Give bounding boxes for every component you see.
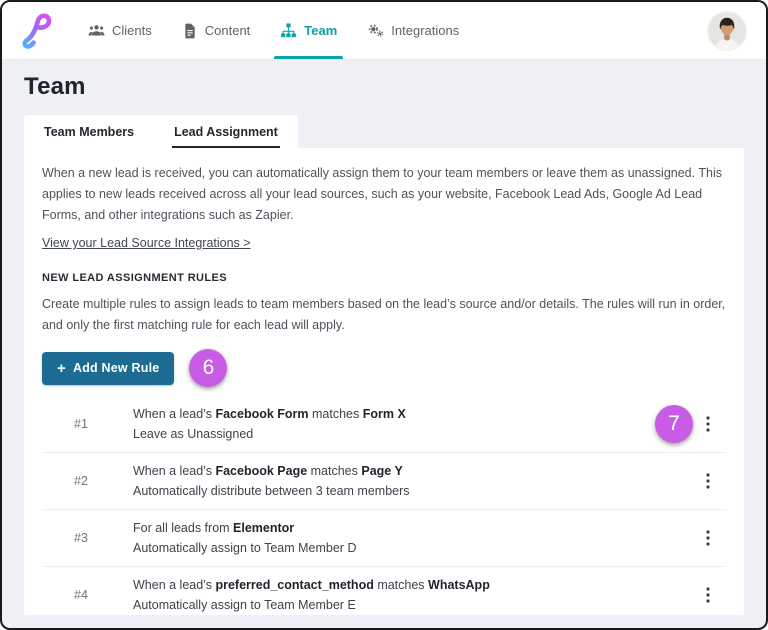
annotation-badge-6: 6 [189,349,228,387]
rule-text: When a lead’s preferred_contact_method m… [133,575,490,615]
kebab-menu-icon[interactable] [696,410,720,438]
nav-content-label: Content [204,23,251,38]
annotation-badge-7: 7 [655,405,693,443]
add-new-rule-label: Add New Rule [72,361,160,375]
rule-row-4: #4 When a lead’s preferred_contact_metho… [42,567,726,615]
people-icon [88,22,105,39]
nav-item-team[interactable]: Team [274,2,344,59]
privyr-logo-icon[interactable] [22,10,56,52]
rule-number: #3 [74,531,88,545]
lead-source-integrations-link[interactable]: View your Lead Source Integrations > [42,236,251,250]
kebab-menu-icon[interactable] [696,467,720,495]
rules-list: #1 When a lead’s Facebook Form matches F… [42,396,726,615]
lead-assignment-panel: When a new lead is received, you can aut… [24,148,744,615]
rule-action: Leave as Unassigned [133,427,254,441]
rule-action: Automatically assign to Team Member E [133,598,356,612]
app-window: Clients Content Team Integrations Team T… [0,0,768,630]
rule-text: When a lead’s Facebook Page matches Page… [133,461,410,501]
rule-action: Automatically distribute between 3 team … [133,484,410,498]
rule-action: Automatically assign to Team Member D [133,541,357,555]
rule-text: When a lead’s Facebook Form matches Form… [133,404,406,444]
page-title: Team [24,73,86,100]
kebab-menu-icon[interactable] [696,581,720,609]
nav-item-integrations[interactable]: Integrations [365,2,461,59]
tab-lead-assignment-label: Lead Assignment [172,125,280,148]
rule-condition: When a lead’s preferred_contact_method m… [133,578,490,592]
rule-text: For all leads from Elementor Automatical… [133,518,356,558]
rule-condition: For all leads from Elementor [133,521,295,535]
document-icon [182,23,198,39]
nav-item-content[interactable]: Content [180,2,253,59]
nav-clients-label: Clients [112,23,152,38]
rules-section-description: Create multiple rules to assign leads to… [42,297,726,332]
rule-number: #4 [74,588,88,602]
add-new-rule-button[interactable]: + Add New Rule [42,351,175,385]
tab-team-members[interactable]: Team Members [24,115,154,148]
rule-condition: When a lead’s Facebook Form matches Form… [133,407,406,421]
intro-paragraph: When a new lead is received, you can aut… [42,166,722,222]
rule-row-1: #1 When a lead’s Facebook Form matches F… [42,396,726,453]
nav-item-clients[interactable]: Clients [86,2,154,59]
gears-icon [367,22,384,39]
nav-integrations-label: Integrations [391,23,460,38]
rule-row-2: #2 When a lead’s Facebook Page matches P… [42,453,726,510]
rules-section-heading: NEW LEAD ASSIGNMENT RULES [42,272,227,284]
rule-number: #2 [74,474,88,488]
user-avatar[interactable] [708,11,746,50]
sitemap-icon [280,22,297,39]
rule-condition: When a lead’s Facebook Page matches Page… [133,464,403,478]
kebab-menu-icon[interactable] [696,524,720,552]
tab-team-members-label: Team Members [44,125,135,139]
rule-row-3: #3 For all leads from Elementor Automati… [42,510,726,567]
nav-team-label: Team [304,23,338,38]
tab-lead-assignment[interactable]: Lead Assignment [154,115,298,148]
top-nav: Clients Content Team Integrations [2,2,766,60]
page-body: Team Team Members Lead Assignment When a… [2,60,766,628]
plus-icon: + [57,359,66,377]
add-rule-row: + Add New Rule 6 [42,349,726,387]
rule-number: #1 [74,417,88,431]
tab-bar: Team Members Lead Assignment [24,115,298,148]
main-nav: Clients Content Team Integrations [86,2,461,59]
